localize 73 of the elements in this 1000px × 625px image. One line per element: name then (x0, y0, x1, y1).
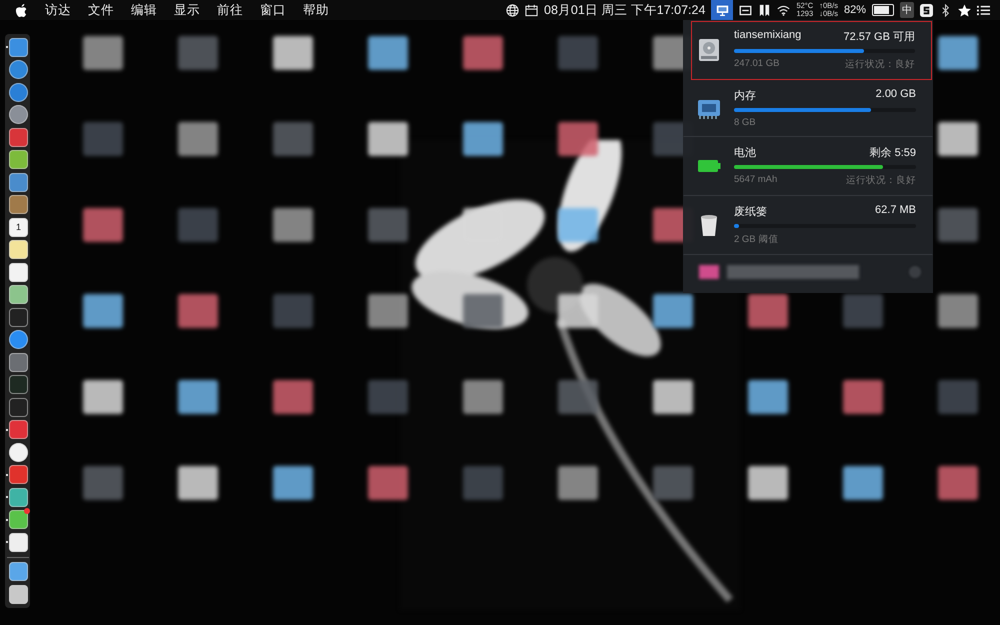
stats-menu-button[interactable] (711, 0, 734, 20)
item-detail: 247.01 GB (734, 58, 780, 71)
hard-drive-icon (696, 37, 722, 63)
item-detail: 5647 mAh (734, 174, 778, 187)
item-title: 电池 (734, 146, 756, 160)
file-icon[interactable] (558, 466, 598, 500)
calendar-icon[interactable] (525, 4, 538, 16)
file-icon[interactable] (462, 122, 502, 156)
calendar-icon[interactable]: 1 (9, 218, 28, 237)
menu-item[interactable]: 显示 (174, 2, 200, 18)
menu-item[interactable]: 帮助 (303, 2, 329, 18)
app-icon[interactable] (9, 128, 28, 147)
menu-item[interactable]: 编辑 (131, 2, 157, 18)
file-icon[interactable] (178, 380, 218, 414)
menu-item[interactable]: 前往 (217, 2, 243, 18)
file-icon[interactable] (558, 208, 598, 242)
file-icon[interactable] (842, 380, 882, 414)
file-icon[interactable] (368, 466, 408, 500)
file-icon[interactable] (938, 122, 978, 156)
file-icon[interactable] (368, 122, 408, 156)
star-icon[interactable] (958, 4, 971, 16)
file-icon[interactable] (272, 380, 312, 414)
file-icon[interactable] (938, 36, 978, 70)
menu-icon[interactable] (977, 4, 990, 16)
item-value: 剩余 5:59 (870, 146, 916, 160)
file-icon[interactable] (558, 294, 598, 328)
file-icon[interactable] (558, 380, 598, 414)
file-icon[interactable] (178, 122, 218, 156)
file-icon[interactable] (82, 36, 122, 70)
item-value: 72.57 GB 可用 (843, 30, 915, 44)
file-icon[interactable] (748, 294, 788, 328)
file-icon[interactable] (938, 294, 978, 328)
file-icon[interactable] (82, 208, 122, 242)
clock-text[interactable]: 08月01日 周三 下午17:07:24 (544, 2, 706, 18)
s-logo-icon[interactable] (920, 4, 933, 16)
file-icon[interactable] (462, 294, 502, 328)
file-icon[interactable] (82, 294, 122, 328)
globe-icon[interactable] (506, 4, 520, 16)
item-value: 62.7 MB (875, 204, 916, 218)
file-icon[interactable] (178, 466, 218, 500)
wifi-icon[interactable] (777, 4, 790, 16)
file-icon[interactable] (82, 380, 122, 414)
file-icon[interactable] (558, 122, 598, 156)
file-icon[interactable] (178, 294, 218, 328)
menu-item[interactable]: 文件 (88, 2, 114, 18)
file-icon[interactable] (272, 36, 312, 70)
menu-item[interactable]: 访达 (45, 2, 71, 18)
file-icon[interactable] (842, 466, 882, 500)
file-icon[interactable] (938, 466, 978, 500)
file-icon[interactable] (272, 208, 312, 242)
battery-percent-text[interactable]: 82% (844, 4, 866, 16)
file-icon[interactable] (748, 380, 788, 414)
item-value: 2.00 GB (876, 88, 916, 102)
file-icon[interactable] (652, 294, 692, 328)
item-title: tiansemixiang (734, 29, 802, 43)
apple-logo-icon[interactable] (15, 2, 28, 18)
health-status: 运行状况：良好 (845, 58, 915, 71)
item-detail: 2 GB 阈值 (734, 233, 778, 246)
input-method-button[interactable]: 中 (900, 2, 914, 18)
item-detail: 8 GB (734, 117, 756, 128)
menu-item[interactable]: 窗口 (260, 2, 286, 18)
file-icon[interactable] (272, 466, 312, 500)
file-icon[interactable] (462, 36, 502, 70)
file-icon[interactable] (748, 466, 788, 500)
display-icon (716, 4, 729, 16)
health-status: 运行状况：良好 (846, 174, 916, 187)
file-icon[interactable] (652, 380, 692, 414)
item-title: 废纸篓 (734, 204, 767, 219)
file-icon[interactable] (462, 380, 502, 414)
file-icon[interactable] (368, 36, 408, 70)
item-title: 内存 (734, 89, 756, 103)
battery-icon[interactable] (872, 4, 894, 16)
file-icon[interactable] (368, 294, 408, 328)
